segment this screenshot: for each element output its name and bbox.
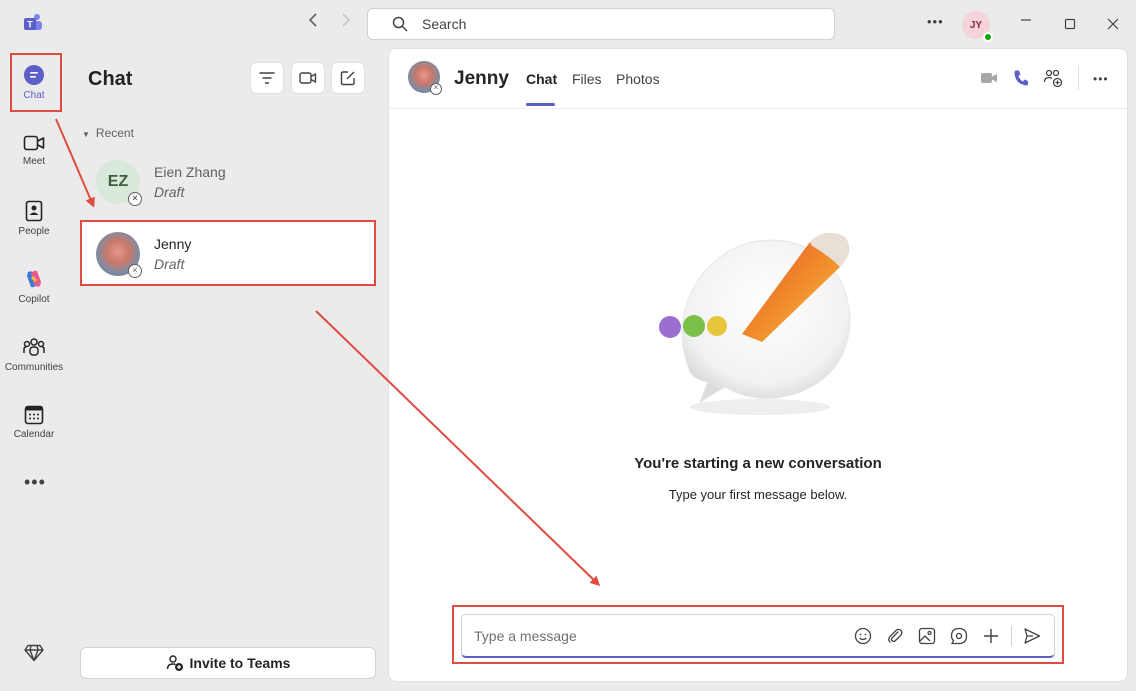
annotation-arrows [55,118,601,587]
annotation-arrow [55,118,95,208]
annotation-arrow [315,310,601,587]
